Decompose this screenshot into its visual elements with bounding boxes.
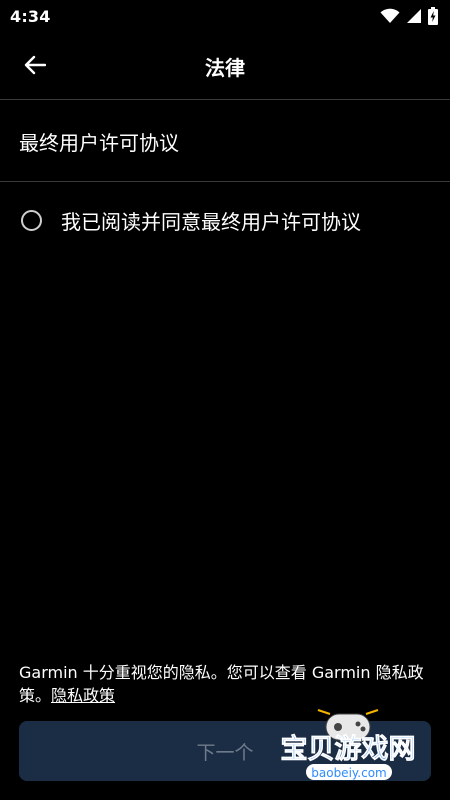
agree-radio-button[interactable] [21, 209, 42, 231]
app-bar: 法律 [0, 32, 450, 100]
page-title: 法律 [205, 56, 245, 80]
signal-icon [407, 9, 421, 23]
status-bar: 4:34 [0, 0, 450, 32]
privacy-policy-link[interactable]: 隐私政策 [51, 686, 115, 705]
privacy-notice: Garmin 十分重视您的隐私。您可以查看 Garmin 隐私政策。隐私政策 [19, 661, 433, 707]
next-button[interactable]: 下一个 [19, 721, 431, 781]
agree-label: 我已阅读并同意最终用户许可协议 [61, 209, 361, 234]
eula-list-item[interactable]: 最终用户许可协议 [0, 101, 450, 182]
status-time: 4:34 [10, 6, 51, 26]
agree-checkbox-row[interactable]: 我已阅读并同意最终用户许可协议 [0, 200, 450, 240]
battery-charging-icon [428, 7, 438, 25]
eula-list-item-label: 最终用户许可协议 [19, 130, 179, 155]
wifi-icon [380, 8, 400, 23]
next-button-label: 下一个 [196, 741, 254, 764]
status-icons [380, 7, 438, 25]
